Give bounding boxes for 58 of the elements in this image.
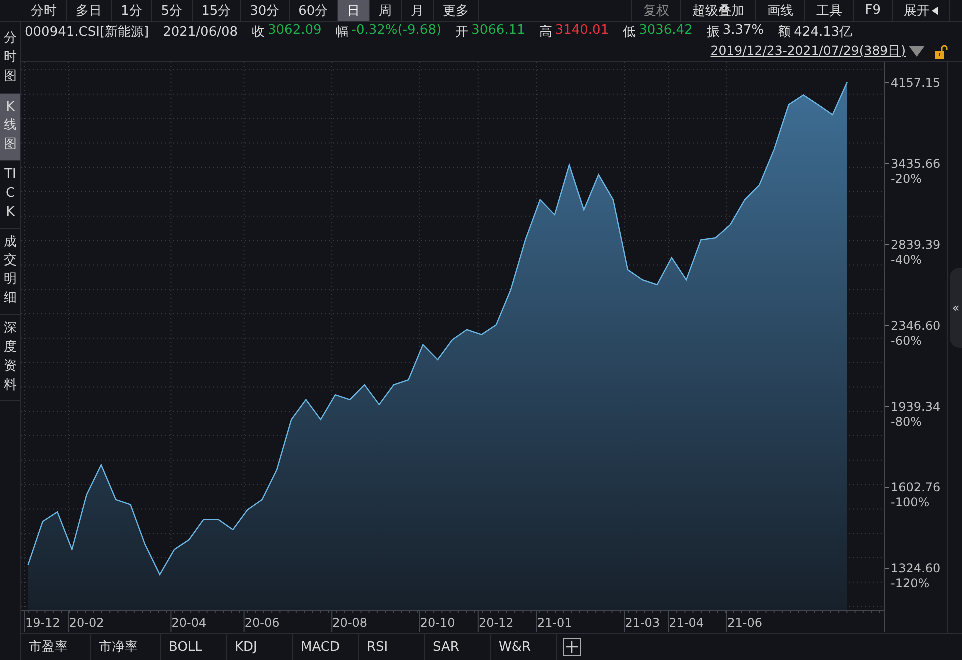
axis-label: 21-03 xyxy=(625,616,660,630)
axis-label: 21-01 xyxy=(537,616,572,630)
field-label: 高 xyxy=(539,24,552,41)
side-tab[interactable]: 深度资料 xyxy=(0,314,20,402)
security-code: 000941.CSI[新能源] xyxy=(25,24,150,41)
price-label: 3435.66 xyxy=(891,156,941,171)
period-tab[interactable]: 日 xyxy=(338,0,370,21)
side-tab[interactable]: 成交明细 xyxy=(0,228,20,315)
axis-label: 20-02 xyxy=(69,616,104,630)
field-value: 3140.01 xyxy=(555,23,610,40)
axis-label: 20-10 xyxy=(420,616,456,630)
price-label: 2839.39 xyxy=(891,238,941,252)
axis-label: -60% xyxy=(891,334,922,348)
tick-mark xyxy=(885,487,890,488)
axis-label: 21-04 xyxy=(669,616,704,630)
add-icon[interactable] xyxy=(563,638,581,656)
axis-label: 20-06 xyxy=(244,616,280,630)
tick-mark xyxy=(885,325,890,326)
tick-mark xyxy=(885,82,890,84)
tick-mark xyxy=(885,244,890,246)
field-value: 424.13亿 xyxy=(794,24,853,41)
axis-label: -120% xyxy=(891,576,930,591)
field-label: 振 xyxy=(706,24,720,41)
collapse-icon xyxy=(932,6,938,15)
collapse-button[interactable]: « xyxy=(950,268,962,348)
field-value: 3062.09 xyxy=(268,23,322,40)
field-label: 幅 xyxy=(336,24,349,41)
axis-label: -20% xyxy=(891,172,922,186)
field-label: 开 xyxy=(456,24,469,41)
price-label: 4157.15 xyxy=(891,76,941,90)
field-value: 3036.42 xyxy=(639,23,693,40)
axis-label: 21-06 xyxy=(728,616,762,630)
field-label: 额 xyxy=(778,24,792,41)
date-range-link[interactable]: 2019/12/23-2021/07/29(389日) xyxy=(710,43,906,60)
price-label: 1602.76 xyxy=(891,480,941,495)
axis-label: -40% xyxy=(891,252,922,267)
field-value: -0.32%(-9.68) xyxy=(352,23,442,40)
price-label: 1939.34 xyxy=(891,400,941,414)
side-tab[interactable]: K线图 xyxy=(0,94,20,162)
field-value: 3066.11 xyxy=(472,23,526,40)
axis-label: 20-08 xyxy=(332,616,368,630)
side-tab[interactable]: TICK xyxy=(0,161,20,229)
quote-date: 2021/06/08 xyxy=(163,24,238,40)
price-label: 2346.60 xyxy=(891,318,941,333)
tick-mark xyxy=(885,406,890,408)
axis-label: 20-12 xyxy=(478,616,514,630)
price-label: 1324.60 xyxy=(891,562,941,576)
field-label: 低 xyxy=(623,24,636,41)
field-value: 3.37% xyxy=(722,23,764,40)
dropdown-icon[interactable] xyxy=(909,46,925,57)
axis-label: 19-12 xyxy=(26,616,60,630)
unlock-icon[interactable] xyxy=(934,44,948,58)
tick-mark xyxy=(885,163,890,164)
field-label: 收 xyxy=(252,24,266,41)
axis-label: -80% xyxy=(891,414,922,429)
tick-mark xyxy=(885,568,890,570)
axis-label: -100% xyxy=(891,496,930,510)
axis-label: 20-04 xyxy=(172,616,207,630)
